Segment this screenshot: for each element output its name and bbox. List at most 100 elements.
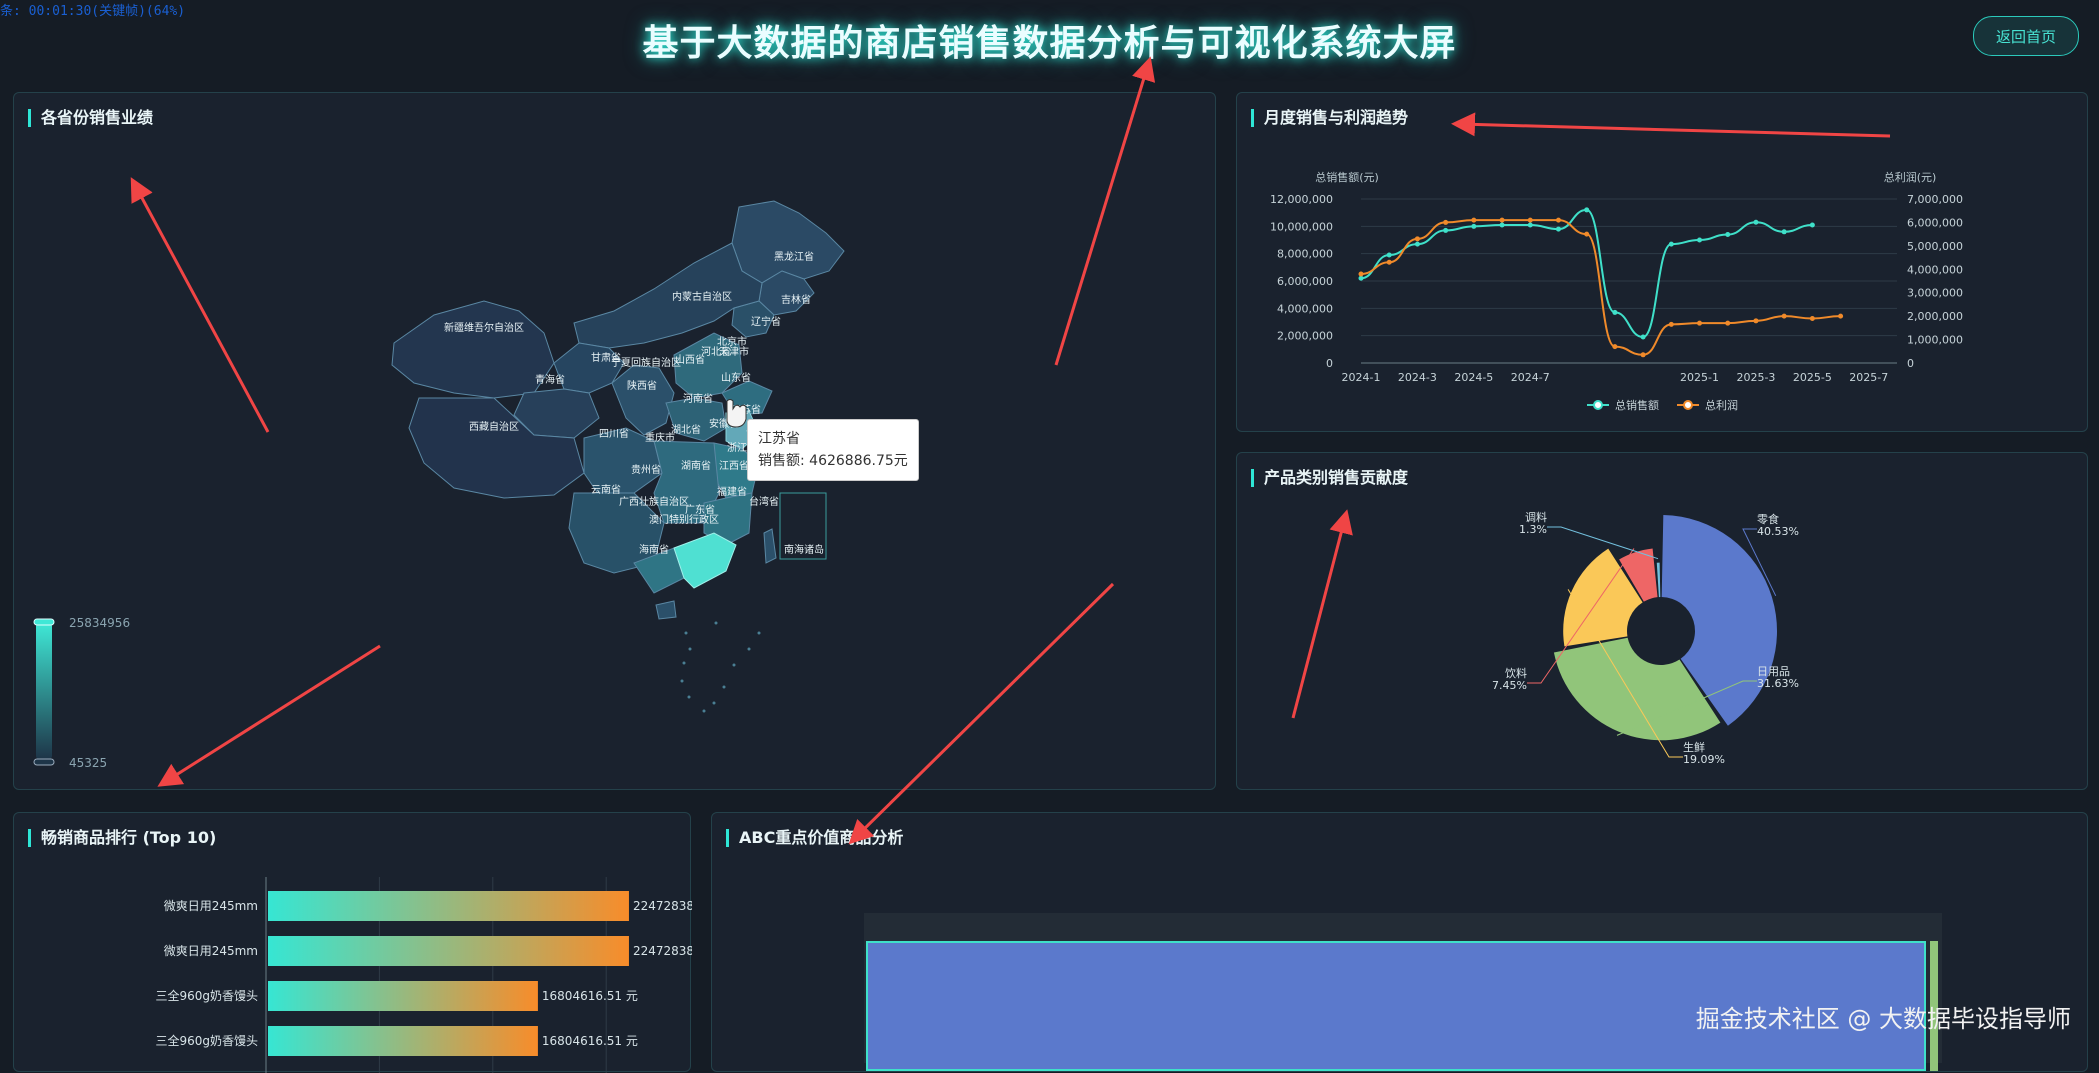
map-region-taiwan[interactable] [763,528,777,564]
map-label: 内蒙古自治区 [672,290,732,303]
series-point[interactable] [1753,318,1759,324]
map-region-ningxia-shaanxi[interactable] [611,364,675,436]
map-label: 西藏自治区 [469,420,519,433]
tooltip-value: 销售额: 4626886.75元 [758,453,908,469]
series-point[interactable] [1358,271,1364,277]
series-point[interactable] [1753,219,1759,225]
series-point[interactable] [1697,320,1703,326]
series-point[interactable] [1697,237,1703,243]
china-map[interactable]: 黑龙江省吉林省辽宁省内蒙古自治区新疆维吾尔自治区北京市天津市河北省山西省山东省甘… [14,93,1217,791]
x-tick: 2024-5 [1454,371,1493,384]
monthly-trend-panel: 月度销售与利润趋势 总销售额(元) 总利润(元) 0 2,000,000 4,000,0… [1236,92,2088,432]
series-point[interactable] [1838,313,1844,319]
visual-map-handle-bottom[interactable] [33,758,55,766]
series-point[interactable] [1443,219,1449,225]
map-label: 湖南省 [681,459,711,472]
map-label: 江西省 [719,459,749,472]
series-line-总销售额[interactable] [1360,208,1813,339]
map-label: 贵州省 [631,463,661,476]
bar[interactable] [268,936,629,966]
series-point[interactable] [1555,226,1561,232]
map-region-hainan[interactable] [655,600,677,620]
series-point[interactable] [1584,231,1590,237]
bar-category-label: 三全960g奶香馒头 [155,988,258,1003]
south-sea-islands [680,621,761,713]
y-tick-left: 8,000,000 [1277,248,1333,261]
legend-marker [1593,400,1603,410]
series-point[interactable] [1471,217,1477,223]
y-axis-right-label: 总利润(元) [1884,170,1937,184]
visual-map-bar[interactable] [36,623,52,759]
y-tick-left: 4,000,000 [1277,302,1333,315]
series-point[interactable] [1781,229,1787,235]
category-pie-chart[interactable]: 零食40.53%日用品31.63%生鲜19.09%饮料7.45%调料1.3% [1237,453,2089,791]
series-point[interactable] [1414,241,1420,247]
series-point[interactable] [1809,222,1815,228]
series-point[interactable] [1668,241,1674,247]
map-label: 黑龙江省 [774,250,814,263]
bar-category-label: 微爽日用245mm [164,944,258,958]
y-tick-right: 7,000,000 [1907,193,1963,206]
y-tick-right: 0 [1907,357,1914,370]
series-point[interactable] [1725,320,1731,326]
series-point[interactable] [1386,259,1392,265]
pie-label-name: 零食 [1757,512,1779,526]
series-point[interactable] [1414,236,1420,242]
series-point[interactable] [1584,207,1590,213]
y-tick-right: 1,000,000 [1907,334,1963,347]
series-line-总利润[interactable] [1360,219,1841,356]
series-point[interactable] [1555,217,1561,223]
map-label: 吉林省 [781,293,811,306]
pie-label-percent: 1.3% [1519,523,1547,536]
series-point[interactable] [1640,352,1646,358]
map-label: 台湾省 [749,495,779,508]
map-tooltip: 江苏省 销售额: 4626886.75元 [747,419,919,481]
legend-label[interactable]: 总利润 [1705,398,1738,412]
series-point[interactable] [1781,313,1787,319]
series-point[interactable] [1725,232,1731,238]
pie-slice-调料[interactable] [1656,562,1661,598]
series-point[interactable] [1527,222,1533,228]
tooltip-province: 江苏省 [758,431,800,447]
map-region-xinjiang[interactable] [391,300,555,399]
province-sales-panel: 各省份销售业绩 黑龙江省吉林省辽宁省内蒙古自治区新疆维吾尔自治区北京市 [13,92,1216,790]
pie-label-percent: 31.63% [1757,677,1799,690]
trend-chart[interactable]: 总销售额(元) 总利润(元) 0 2,000,000 4,000,000 6,000,00… [1237,93,2089,433]
series-point[interactable] [1471,223,1477,229]
map-label: 澳门特别行政区 [649,513,719,526]
visual-map-handle-top[interactable] [33,618,55,626]
series-point[interactable] [1499,217,1505,223]
map-label: 青海省 [535,373,565,386]
top10-bar-chart[interactable]: 微爽日用245mm22472838.34 元微爽日用245mm22472838.… [14,813,692,1073]
map-region-inner-mongolia[interactable] [573,242,763,349]
series-point[interactable] [1527,217,1533,223]
bar-value-label: 22472838.34 元 [633,899,692,913]
bar-value-label: 16804616.51 元 [542,989,638,1003]
series-point[interactable] [1358,275,1364,281]
map-region-guangdong[interactable] [673,532,737,589]
series-point[interactable] [1640,334,1646,340]
category-panel: 产品类别销售贡献度 零食 40.53% 日用品 31.63% 生鲜 19.09% 饮料 7.4… [1236,452,2088,790]
legend-label[interactable]: 总销售额 [1615,398,1659,412]
map-region-heilongjiang[interactable] [731,200,845,284]
series-point[interactable] [1612,309,1618,315]
series-point[interactable] [1443,227,1449,233]
series-point[interactable] [1612,344,1618,350]
series-point[interactable] [1668,321,1674,327]
watermark: 掘金技术社区 @ 大数据毕设指导师 [1695,1005,2071,1033]
back-home-button[interactable]: 返回首页 [1973,16,2079,56]
series-point[interactable] [1809,315,1815,321]
map-label: 福建省 [717,485,747,498]
series-point[interactable] [1499,222,1505,228]
y-tick-left: 0 [1326,357,1333,370]
map-label: 河南省 [683,392,713,405]
visual-map-max: 25834956 [69,616,130,630]
page-title: 基于大数据的商店销售数据分析与可视化系统大屏 [642,23,1457,64]
bar[interactable] [268,1026,538,1056]
map-label: 广西壮族自治区 [619,495,689,508]
map-label: 陕西省 [627,379,657,392]
legend-marker [1683,400,1693,410]
bar[interactable] [268,891,629,921]
bar[interactable] [268,981,538,1011]
series-point[interactable] [1386,252,1392,258]
